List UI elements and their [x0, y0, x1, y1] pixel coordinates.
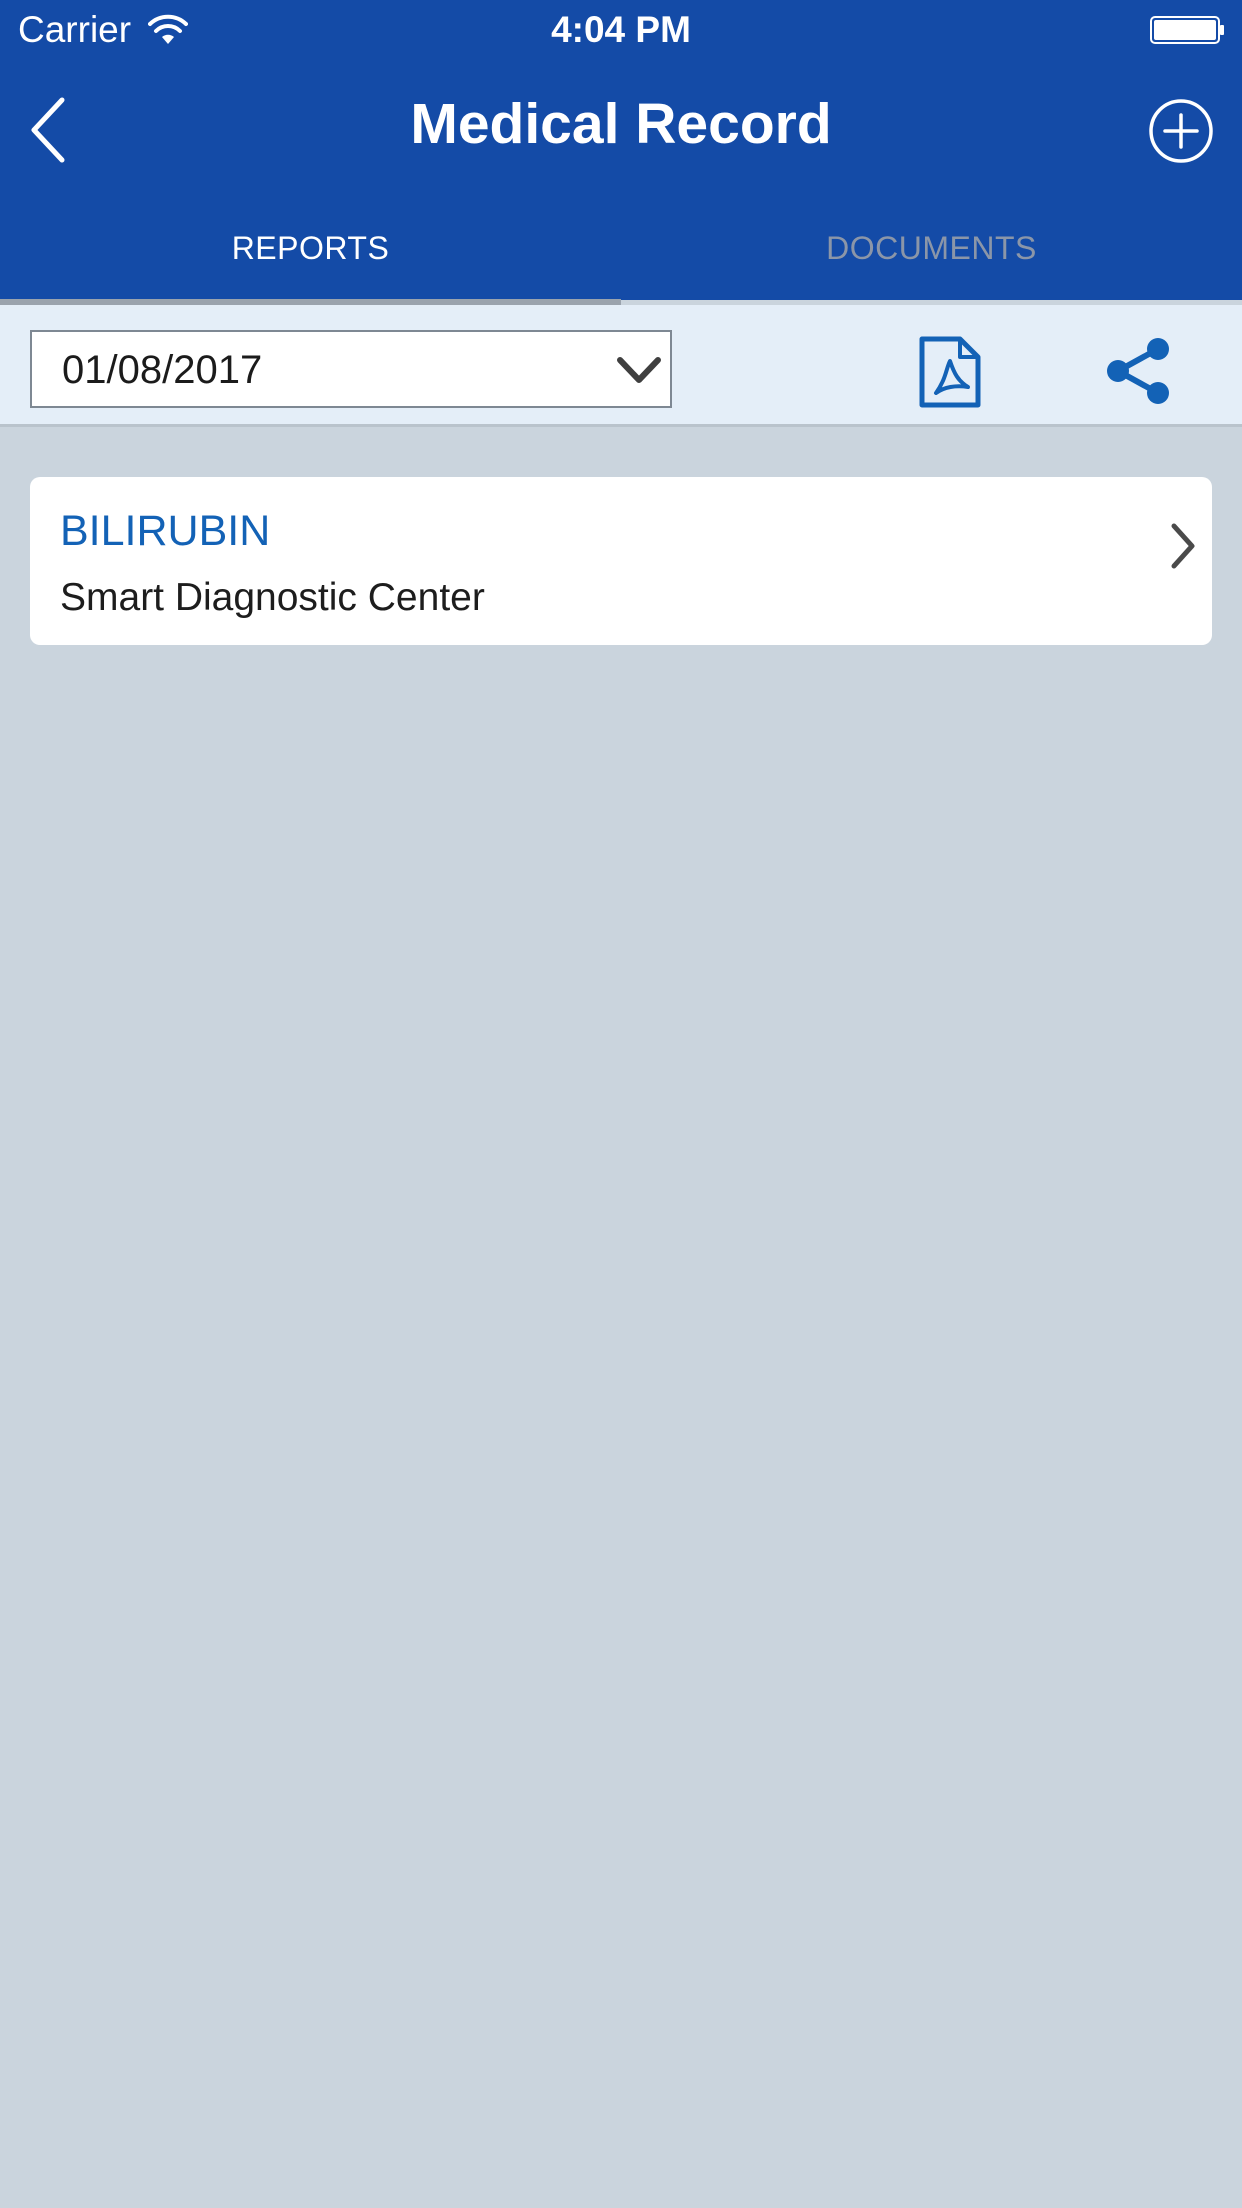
tab-documents-label: DOCUMENTS [826, 230, 1037, 266]
tab-reports[interactable]: REPORTS [0, 200, 621, 305]
share-icon[interactable] [1102, 335, 1174, 407]
filter-toolbar: 01/08/2017 [0, 305, 1242, 427]
tab-bar: REPORTS DOCUMENTS [0, 200, 1242, 305]
status-bar: Carrier 4:04 PM [0, 0, 1242, 60]
navigation-bar: Medical Record [0, 60, 1242, 180]
report-title: BILIRUBIN [60, 507, 271, 555]
app-header: Carrier 4:04 PM Medical Record REPORTS D… [0, 0, 1242, 305]
date-select[interactable]: 01/08/2017 [30, 330, 672, 408]
tab-reports-label: REPORTS [231, 230, 390, 266]
chevron-down-icon [617, 357, 661, 383]
battery-icon [1150, 16, 1224, 44]
page-title: Medical Record [410, 92, 832, 156]
status-time: 4:04 PM [551, 9, 691, 50]
chevron-right-icon [1171, 523, 1195, 569]
report-lab-name: Smart Diagnostic Center [60, 576, 485, 619]
report-list-item[interactable]: BILIRUBIN Smart Diagnostic Center [30, 477, 1212, 645]
pdf-icon[interactable] [916, 335, 984, 409]
date-select-value: 01/08/2017 [62, 348, 263, 392]
tab-documents[interactable]: DOCUMENTS [621, 200, 1242, 300]
plus-circle-icon[interactable] [1148, 98, 1214, 164]
